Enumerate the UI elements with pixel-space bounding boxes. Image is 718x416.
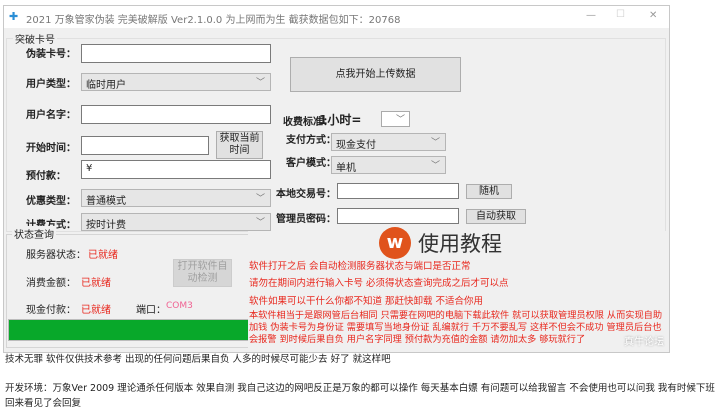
- prepay-input[interactable]: ¥: [81, 160, 271, 179]
- progress-bar: [8, 319, 249, 341]
- auto-detect-button[interactable]: 打开软件自动检测: [173, 259, 232, 287]
- user-type-select[interactable]: 临时用户 ﹀: [81, 73, 271, 91]
- random-button[interactable]: 随机: [466, 184, 512, 199]
- tutorial-line: 请勿在期间内进行输入卡号 必须得状态查询完成之后才可以点: [249, 278, 509, 289]
- fee-unit: 1小时=: [319, 113, 362, 127]
- get-current-time-button[interactable]: 获取当前时间: [216, 131, 263, 159]
- fake-card-label: 伪装卡号：: [26, 49, 76, 60]
- server-status-value: 已就绪: [88, 250, 118, 261]
- user-name-input[interactable]: [81, 105, 271, 124]
- app-window: ✚ 2021 万象管家伪装 完美破解版 Ver2.1.0.0 为上网而为生 截获…: [3, 5, 670, 353]
- chevron-down-icon: ﹀: [255, 194, 265, 204]
- tutorial-line: 软件如果可以干什么你都不知道 那赶快卸载 不适合你用: [249, 296, 484, 307]
- fake-card-input[interactable]: [81, 44, 271, 63]
- port-label: 端口：: [136, 305, 166, 316]
- admin-pwd-label: 管理员密码：: [276, 214, 336, 225]
- status-group-title: 状态查询: [12, 226, 56, 241]
- maximize-button[interactable]: ☐: [616, 9, 625, 20]
- billing-value: 按时计费: [86, 220, 126, 231]
- chevron-down-icon: ﹀: [395, 115, 405, 125]
- client-mode-value: 单机: [336, 163, 356, 174]
- cash-value: 已就绪: [81, 305, 111, 316]
- pay-method-value: 现金支付: [336, 140, 376, 151]
- chevron-down-icon: ﹀: [255, 218, 265, 228]
- admin-pwd-input[interactable]: [337, 208, 459, 224]
- pay-method-select[interactable]: 现金支付 ﹀: [331, 133, 446, 151]
- chevron-down-icon: ﹀: [255, 78, 265, 88]
- close-button[interactable]: ✕: [649, 10, 657, 21]
- discount-select[interactable]: 普通模式 ﹀: [81, 189, 271, 207]
- window-title: 2021 万象管家伪装 完美破解版 Ver2.1.0.0 为上网而为生 截获数据…: [26, 15, 401, 26]
- auto-get-button[interactable]: 自动获取: [466, 209, 526, 224]
- server-status-label: 服务器状态：: [26, 250, 86, 261]
- discount-label: 优惠类型：: [26, 196, 76, 207]
- prepay-label: 预付款：: [26, 171, 66, 182]
- progress-fill: [9, 320, 248, 340]
- trade-no-label: 本地交易号：: [276, 189, 336, 200]
- tutorial-line: 本软件相当于是跟网管后台相同 只需要在网吧的电脑下载此软件 就可以获取管理员权限…: [249, 310, 663, 345]
- billing-select[interactable]: 按时计费 ﹀: [81, 213, 271, 231]
- cash-label: 现金付款：: [26, 305, 76, 316]
- client-mode-label: 客户模式：: [286, 158, 336, 169]
- start-time-label: 开始时间：: [26, 143, 76, 154]
- port-value: COM3: [166, 301, 193, 311]
- discount-value: 普通模式: [86, 196, 126, 207]
- trade-no-input[interactable]: [337, 183, 459, 199]
- logo-icon: w: [379, 227, 411, 259]
- title-bar: ✚ 2021 万象管家伪装 完美破解版 Ver2.1.0.0 为上网而为生 截获…: [4, 6, 669, 28]
- fee-select[interactable]: ﹀: [381, 111, 410, 127]
- tutorial-line: 软件打开之后 会自动检测服务器状态与端口是否正常: [249, 261, 471, 272]
- page-paragraph: 技术无罪 软件仅供技术参考 出现的任何问题后果自负 人多的时候尽可能少去 好了 …: [5, 354, 391, 365]
- pay-method-label: 支付方式：: [286, 135, 336, 146]
- tutorial-title: 使用教程: [418, 232, 502, 256]
- user-type-value: 临时用户: [86, 80, 126, 91]
- page-paragraph: 开发环境：万象Ver 2009 理论通杀任何版本 效果自测 我自己这边的网吧反正…: [5, 383, 715, 409]
- start-time-input[interactable]: [81, 136, 209, 155]
- amount-label: 消费金额：: [26, 278, 76, 289]
- upload-data-button[interactable]: 点我开始上传数据: [290, 57, 461, 92]
- chevron-down-icon: ﹀: [430, 161, 440, 171]
- minimize-button[interactable]: —: [586, 10, 596, 21]
- amount-value: 已就绪: [81, 278, 111, 289]
- user-type-label: 用户类型：: [26, 79, 76, 90]
- card-group-title: 突破卡号: [13, 31, 57, 46]
- app-icon: ✚: [9, 10, 19, 23]
- chevron-down-icon: ﹀: [430, 138, 440, 148]
- user-name-label: 用户名字：: [26, 110, 76, 121]
- client-mode-select[interactable]: 单机 ﹀: [331, 156, 446, 174]
- watermark: 真牛论坛: [624, 337, 664, 348]
